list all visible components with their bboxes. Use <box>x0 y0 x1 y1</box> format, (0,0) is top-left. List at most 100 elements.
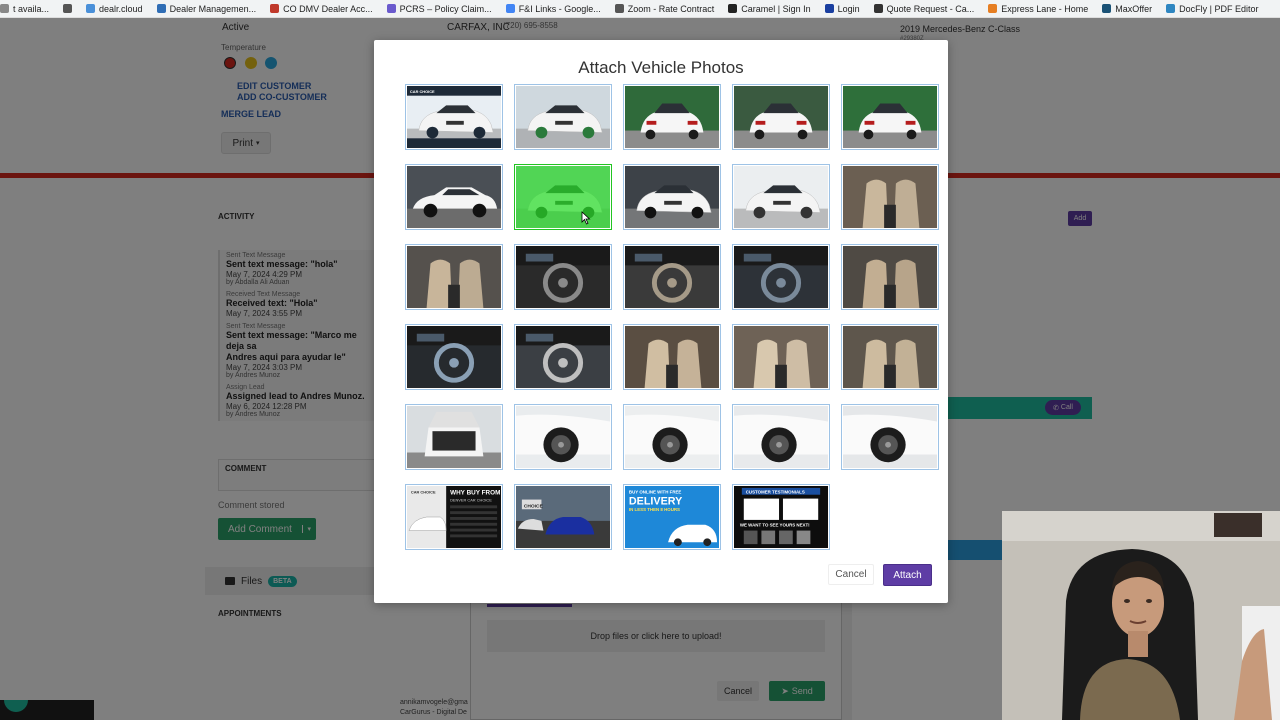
bookmark-page[interactable]: t availa... <box>0 4 49 14</box>
vehicle-photo <box>407 166 501 228</box>
photo-thumbnail-front[interactable] <box>623 164 721 230</box>
bookmark-label: DocFly | PDF Editor <box>1179 3 1259 14</box>
vehicle-photo <box>625 246 719 308</box>
bookmark-label: Quote Request - Ca... <box>886 3 975 14</box>
svg-text:WHY BUY FROM: WHY BUY FROM <box>450 490 500 497</box>
pcrs-icon <box>386 4 396 13</box>
photo-thumbnail-center-console[interactable] <box>623 244 721 310</box>
photo-thumbnail-dashboard[interactable] <box>732 244 830 310</box>
vehicle-photo <box>407 246 501 308</box>
modal-title: Attach Vehicle Photos <box>578 58 744 77</box>
bookmark-label: MaxOffer <box>1115 3 1153 14</box>
photo-thumbnail-side-wheels[interactable] <box>732 404 830 470</box>
dmv-icon <box>270 4 280 13</box>
photo-thumbnail-delivery-promo[interactable]: BUY ONLINE WITH FREE DELIVERY IN LESS TH… <box>623 484 721 550</box>
vehicle-photo <box>516 326 610 388</box>
photo-thumbnail-front-three-quarter[interactable] <box>514 84 612 150</box>
login-icon <box>824 4 834 13</box>
photo-thumbnail-customer-testimonials[interactable]: CUSTOMER TESTIMONIALS WE WANT TO SEE YOU… <box>732 484 830 550</box>
photo-thumbnail-why-buy-from-denver-car-choice[interactable]: WHY BUY FROM DENVER CAR CHOICE CAR CHOIC… <box>405 484 503 550</box>
bookmark-docfly[interactable]: DocFly | PDF Editor <box>1166 4 1258 14</box>
svg-text:CUSTOMER TESTIMONIALS: CUSTOMER TESTIMONIALS <box>746 489 805 494</box>
maxoffer-icon <box>1102 4 1112 13</box>
bookmark-label: t availa... <box>13 3 50 14</box>
bookmark-maxoffer[interactable]: MaxOffer <box>1102 4 1152 14</box>
photo-thumbnail-headlight-closeup[interactable] <box>732 164 830 230</box>
svg-text:WE WANT TO SEE YOURS NEXT!: WE WANT TO SEE YOURS NEXT! <box>740 523 810 528</box>
photo-thumbnail-wheel-rear[interactable] <box>623 404 721 470</box>
docs-icon <box>505 4 515 13</box>
bookmark-express[interactable]: Express Lane - Home <box>988 4 1088 14</box>
photo-thumbnail-infotainment[interactable] <box>405 324 503 390</box>
bookmark-label: Zoom - Rate Contract <box>627 3 715 14</box>
bookmark-search[interactable] <box>63 4 73 13</box>
photo-thumbnail-side-profile[interactable] <box>405 164 503 230</box>
bookmark-zoom[interactable]: Zoom - Rate Contract <box>614 3 715 14</box>
photo-thumbnail-front-angle-selected[interactable] <box>514 164 612 230</box>
photo-thumbnail-driver-seat[interactable] <box>405 244 503 310</box>
express-icon <box>988 4 998 13</box>
caramel-icon <box>728 4 738 13</box>
attach-button[interactable]: Attach <box>883 564 932 586</box>
vehicle-photo <box>734 246 828 308</box>
photo-thumbnail-sunroof-interior[interactable] <box>623 324 721 390</box>
svg-text:DENVER CAR CHOICE: DENVER CAR CHOICE <box>450 498 492 503</box>
photo-thumbnail-rear-seats[interactable] <box>732 324 830 390</box>
bookmark-dealer[interactable]: Dealer Managemen... <box>156 3 257 14</box>
photo-thumbnail-rear-three-quarter[interactable] <box>623 84 721 150</box>
bookmark-label: PCRS – Policy Claim... <box>399 3 492 14</box>
photo-thumbnail-rear-seat-side[interactable] <box>841 324 939 390</box>
page-icon <box>0 4 9 13</box>
docfly-icon <box>1166 4 1176 13</box>
webcam-feed <box>1002 511 1280 720</box>
photo-thumbnail-steering-wheel[interactable] <box>514 244 612 310</box>
photo-thumbnail-front-cabin[interactable] <box>841 244 939 310</box>
vehicle-photo <box>734 326 828 388</box>
vehicle-photo <box>843 86 937 148</box>
bookmark-label: Express Lane - Home <box>1001 3 1089 14</box>
bookmark-label: Dealer Managemen... <box>169 3 257 14</box>
svg-text:BUY ONLINE WITH FREE: BUY ONLINE WITH FREE <box>629 490 682 495</box>
photo-thumbnail-rear-side[interactable] <box>841 84 939 150</box>
svg-text:CAR CHOICE: CAR CHOICE <box>410 89 435 94</box>
vehicle-photo: BUY ONLINE WITH FREE DELIVERY IN LESS TH… <box>625 486 719 548</box>
zoom-icon <box>614 4 624 13</box>
vehicle-photo: WHY BUY FROM DENVER CAR CHOICE CAR CHOIC… <box>407 486 501 548</box>
photo-thumbnail-dealer-lot[interactable]: CHOICE <box>514 484 612 550</box>
bookmark-docs[interactable]: F&I Links - Google... <box>505 3 601 14</box>
bookmark-login[interactable]: Login <box>824 3 860 14</box>
vehicle-photo <box>407 326 501 388</box>
vehicle-photo: CUSTOMER TESTIMONIALS WE WANT TO SEE YOU… <box>734 486 828 548</box>
photo-thumbnail-front-three-quarter-dealer-banner[interactable]: CAR CHOICE <box>405 84 503 150</box>
vehicle-photo <box>625 406 719 468</box>
vehicle-photo <box>843 246 937 308</box>
bookmark-cloud[interactable]: dealr.cloud <box>86 4 143 14</box>
bookmarks-bar: t availa... dealr.cloud Dealer Managemen..… <box>0 0 1280 18</box>
vehicle-photo <box>843 326 937 388</box>
photo-grid: CAR CHOICE WHY BUY FROM DENVER CAR CHOIC… <box>405 84 939 550</box>
photo-thumbnail-rear-wheel-side[interactable] <box>841 404 939 470</box>
cancel-button[interactable]: Cancel <box>828 564 874 585</box>
vehicle-photo <box>516 86 610 148</box>
bookmark-label: F&I Links - Google... <box>518 3 601 14</box>
photo-thumbnail-interior-front-seats[interactable] <box>841 164 939 230</box>
bookmark-quote[interactable]: Quote Request - Ca... <box>873 3 975 14</box>
vehicle-photo <box>516 406 610 468</box>
vehicle-photo <box>625 166 719 228</box>
selected-overlay <box>516 166 610 228</box>
photo-thumbnail-start-button[interactable] <box>514 324 612 390</box>
photo-thumbnail-rear[interactable] <box>732 84 830 150</box>
bookmark-label: CO DMV Dealer Acc... <box>283 3 373 14</box>
vehicle-photo <box>516 166 610 228</box>
svg-text:CHOICE: CHOICE <box>524 503 544 509</box>
vehicle-photo <box>843 406 937 468</box>
bookmark-dmv[interactable]: CO DMV Dealer Acc... <box>270 4 373 14</box>
photo-thumbnail-wheel-front[interactable] <box>514 404 612 470</box>
bookmark-label: dealr.cloud <box>99 3 143 14</box>
vehicle-photo: CHOICE <box>516 486 610 548</box>
bookmark-pcrs[interactable]: PCRS – Policy Claim... <box>386 3 492 14</box>
bookmark-caramel[interactable]: Caramel | Sign In <box>728 4 811 14</box>
bookmark-label: Login <box>837 3 860 14</box>
vehicle-photo <box>407 406 501 468</box>
photo-thumbnail-open-trunk[interactable] <box>405 404 503 470</box>
